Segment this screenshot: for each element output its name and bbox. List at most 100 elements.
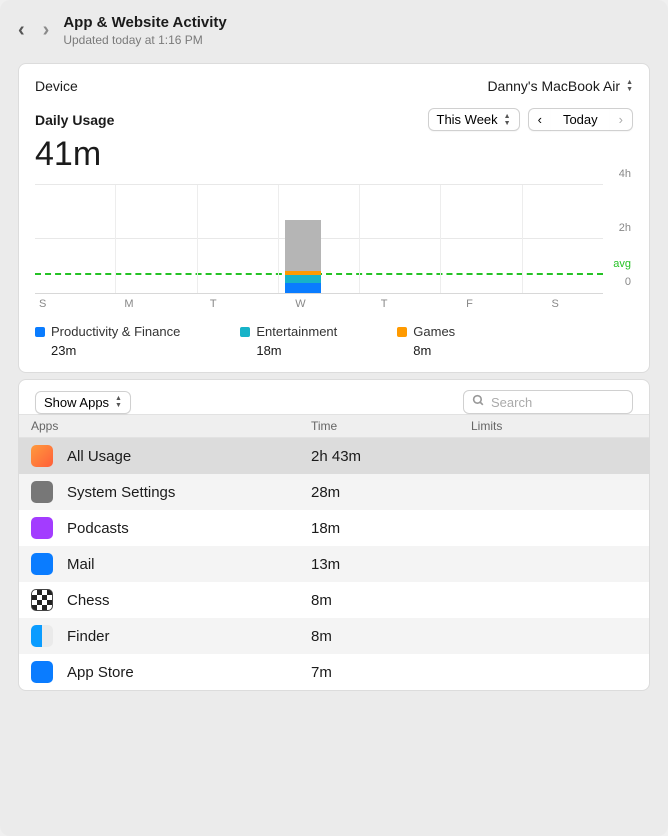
app-name: Chess [67,592,311,609]
updated-subtitle: Updated today at 1:16 PM [63,33,226,47]
app-time: 8m [311,592,471,609]
legend-value: 8m [413,343,455,358]
show-filter-select[interactable]: Show Apps ▲▼ [35,391,131,414]
app-name: System Settings [67,484,311,501]
legend-name: Games [413,324,455,339]
table-row[interactable]: System Settings28m [19,474,649,510]
apps-table-header: Apps Time Limits [19,414,649,438]
app-time: 18m [311,520,471,537]
app-time: 28m [311,484,471,501]
legend-swatch [397,327,407,337]
search-icon [472,394,485,410]
day-column[interactable] [115,185,196,293]
chess-icon [31,589,53,611]
col-limits[interactable]: Limits [471,419,649,433]
col-time[interactable]: Time [311,419,471,433]
today-button[interactable]: Today [551,108,610,131]
search-input[interactable] [491,395,624,410]
day-column[interactable] [278,185,359,293]
search-field[interactable] [463,390,633,414]
ytick: 2h [619,222,631,234]
xlabel: M [120,298,205,310]
daily-usage-label: Daily Usage [35,112,114,128]
ytick: 4h [619,168,631,180]
bar-segment [285,275,321,283]
legend-name: Productivity & Finance [51,324,180,339]
bar-segment [285,220,321,271]
app-name: Mail [67,556,311,573]
table-row[interactable]: All Usage2h 43m [19,438,649,474]
chart: 4h2h0avg [35,184,633,294]
table-row[interactable]: App Store7m [19,654,649,690]
apps-card: Show Apps ▲▼ Apps Time Limits All Usage2… [18,379,650,691]
updown-icon: ▲▼ [115,395,122,409]
usage-card: Device Danny's MacBook Air ▲▼ Daily Usag… [18,63,650,373]
xlabel: T [377,298,462,310]
chart-xaxis: SMTWTFS [35,298,633,310]
forward-button[interactable]: › [43,19,50,42]
xlabel: W [291,298,376,310]
period-controls: This Week ▲▼ ‹ Today › [428,108,634,131]
bar-segment [285,283,321,293]
table-row[interactable]: Podcasts18m [19,510,649,546]
appstore-icon [31,661,53,683]
day-column[interactable] [522,185,603,293]
avg-label: avg [613,258,631,270]
header: ‹ › App & Website Activity Updated today… [0,0,668,57]
table-row[interactable]: Finder8m [19,618,649,654]
device-select[interactable]: Danny's MacBook Air ▲▼ [487,78,633,94]
app-time: 7m [311,664,471,681]
finder-icon [31,625,53,647]
app-name: App Store [67,664,311,681]
col-apps[interactable]: Apps [31,419,311,433]
legend-item[interactable]: Entertainment 18m [240,324,337,358]
show-filter-value: Show Apps [44,395,109,410]
prev-day-button[interactable]: ‹ [528,108,551,131]
xlabel: F [462,298,547,310]
page-title: App & Website Activity [63,14,226,31]
device-label: Device [35,78,78,94]
legend-value: 23m [51,343,180,358]
legend-swatch [35,327,45,337]
podcasts-icon [31,517,53,539]
mail-icon [31,553,53,575]
app-name: All Usage [67,448,311,465]
xlabel: T [206,298,291,310]
app-name: Finder [67,628,311,645]
legend-item[interactable]: Games 8m [397,324,455,358]
device-row: Device Danny's MacBook Air ▲▼ [35,78,633,94]
period-value: This Week [437,112,498,127]
next-day-button[interactable]: › [610,108,633,131]
allusage-icon [31,445,53,467]
apps-list: All Usage2h 43mSystem Settings28mPodcast… [19,438,649,690]
legend-value: 18m [256,343,337,358]
legend-item[interactable]: Productivity & Finance 23m [35,324,180,358]
chart-plot[interactable] [35,184,603,294]
period-select[interactable]: This Week ▲▼ [428,108,520,131]
day-column[interactable] [197,185,278,293]
xlabel: S [548,298,633,310]
back-button[interactable]: ‹ [18,19,25,42]
settings-icon [31,481,53,503]
app-time: 2h 43m [311,448,471,465]
nav-arrows: ‹ › [18,19,49,42]
app-name: Podcasts [67,520,311,537]
table-row[interactable]: Mail13m [19,546,649,582]
day-column[interactable] [440,185,521,293]
app-time: 13m [311,556,471,573]
updown-icon: ▲▼ [504,113,511,127]
chart-yaxis: 4h2h0avg [603,184,633,294]
day-column[interactable] [359,185,440,293]
filter-row: Show Apps ▲▼ [19,390,649,414]
total-usage-value: 41m [35,135,633,174]
usage-header: Daily Usage This Week ▲▼ ‹ Today › [35,108,633,131]
date-nav: ‹ Today › [528,108,633,131]
legend-swatch [240,327,250,337]
day-column[interactable] [35,185,115,293]
device-value: Danny's MacBook Air [487,78,620,94]
table-row[interactable]: Chess8m [19,582,649,618]
ytick: 0 [625,276,631,288]
chart-legend: Productivity & Finance 23m Entertainment 18… [35,324,633,358]
app-time: 8m [311,628,471,645]
legend-name: Entertainment [256,324,337,339]
